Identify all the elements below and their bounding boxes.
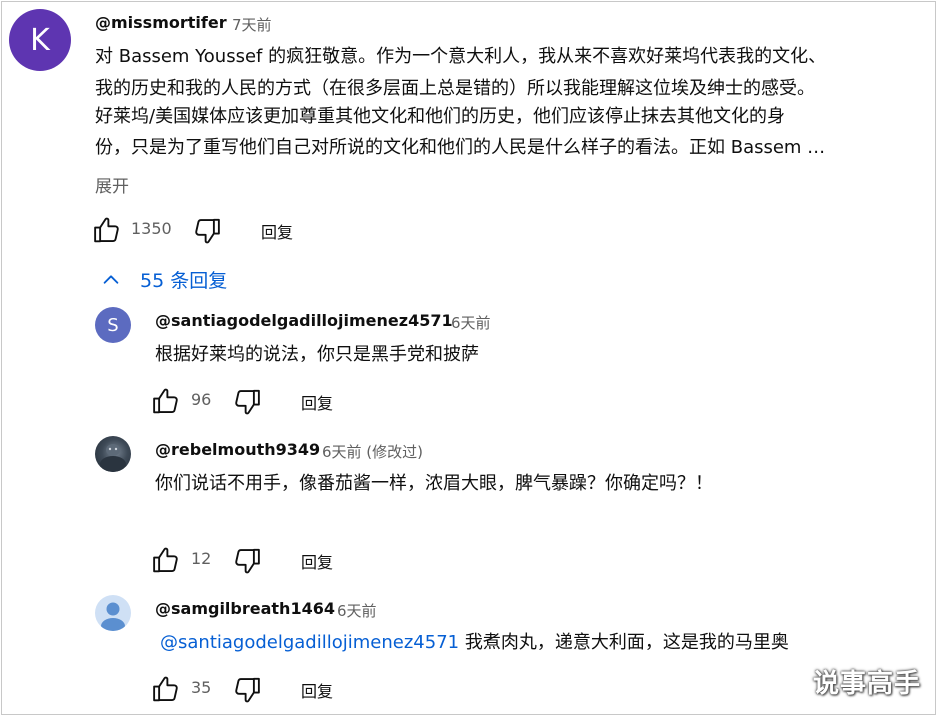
comment-text-line-4: 份，只是为了重写他们自己对所说的文化和他们的人民是什么样子的看法。正如 Bass…	[95, 137, 826, 158]
like-icon[interactable]	[151, 545, 181, 579]
comment-text-line-1: 对 Bassem Youssef 的疯狂敬意。作为一个意大利人，我从来不喜欢好莱…	[95, 46, 827, 67]
avatar-letter: S	[107, 314, 119, 336]
avatar[interactable]: S	[95, 307, 131, 343]
like-icon[interactable]	[92, 215, 122, 249]
reply-text-body: 我煮肉丸，递意大利面，这是我的马里奥	[464, 632, 789, 653]
reply-text: 根据好莱坞的说法，你只是黑手党和披萨	[155, 344, 479, 365]
like-icon[interactable]	[151, 674, 181, 708]
reply-text: @santiagodelgadillojimenez4571 我煮肉丸，递意大利…	[160, 627, 789, 659]
like-count: 12	[191, 549, 212, 568]
avatar-photo	[100, 444, 126, 472]
avatar[interactable]: K	[9, 9, 71, 71]
reply-time[interactable]: 6天前	[451, 312, 491, 333]
watermark: 说事高手	[812, 669, 921, 699]
comment-text-line-3: 好莱坞/美国媒体应该更加尊重其他文化和他们的历史，他们应该停止抹去其他文化的身	[95, 106, 786, 127]
default-avatar-icon	[101, 602, 125, 631]
reply-author[interactable]: @santiagodelgadillojimenez4571	[155, 311, 453, 330]
avatar[interactable]	[95, 595, 131, 631]
avatar[interactable]	[95, 436, 131, 472]
reply-button[interactable]: 回复	[301, 390, 333, 414]
comment-time[interactable]: 7天前	[232, 14, 272, 35]
expand-button[interactable]: 展开	[95, 172, 129, 197]
like-count: 96	[191, 390, 212, 409]
reply-time[interactable]: 6天前 (修改过)	[322, 441, 423, 462]
dislike-icon[interactable]	[192, 216, 222, 250]
comment-author[interactable]: @missmortifer	[95, 13, 227, 32]
reply-author[interactable]: @samgilbreath1464	[155, 599, 335, 618]
dislike-icon[interactable]	[232, 387, 262, 421]
reply-text: 你们说话不用手，像番茄酱一样，浓眉大眼，脾气暴躁？你确定吗？！	[155, 473, 713, 494]
like-count: 1350	[131, 219, 172, 238]
mention-link[interactable]: @santiagodelgadillojimenez4571	[160, 632, 459, 653]
reply-button[interactable]: 回复	[301, 549, 333, 573]
avatar-letter: K	[30, 22, 50, 58]
reply-button[interactable]: 回复	[301, 678, 333, 702]
reply-time[interactable]: 6天前	[337, 600, 377, 621]
reply-button[interactable]: 回复	[261, 219, 293, 243]
dislike-icon[interactable]	[232, 675, 262, 709]
replies-toggle[interactable]: 55 条回复	[100, 266, 227, 293]
reply-author[interactable]: @rebelmouth9349	[155, 440, 320, 459]
chevron-up-icon	[100, 269, 122, 291]
like-count: 35	[191, 678, 212, 697]
replies-count-label: 55 条回复	[140, 270, 228, 292]
dislike-icon[interactable]	[232, 546, 262, 580]
like-icon[interactable]	[151, 386, 181, 420]
